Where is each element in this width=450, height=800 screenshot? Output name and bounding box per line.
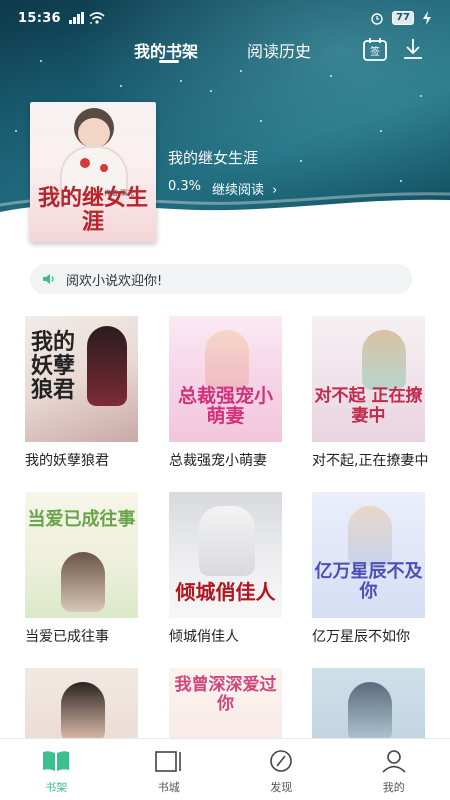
tab-my-bookshelf[interactable]: 我的书架 xyxy=(134,38,198,62)
book-cover-title: 对不起 正在撩妻中 xyxy=(314,386,423,426)
reading-progress: 0.3% xyxy=(168,179,202,194)
featured-cover-title: 我的继女生涯 xyxy=(37,185,148,235)
book-cover-title: 亿万星辰不及你 xyxy=(314,561,423,602)
book-cover-title: 我曾深深爱过你 xyxy=(174,675,277,714)
nav-label: 书架 xyxy=(45,781,68,794)
book-cover-title: 我的妖孽狼君 xyxy=(31,329,76,403)
wifi-icon xyxy=(89,12,105,24)
book-item[interactable]: 当爱已成往事 当爱已成往事 xyxy=(25,492,143,646)
featured-cover-author: 作者·嘱花 xyxy=(104,189,135,197)
active-tab-indicator xyxy=(159,60,179,63)
announcement-bar[interactable]: 阅欢小说欢迎你! xyxy=(30,264,412,294)
chevron-right-icon: › xyxy=(272,183,278,198)
book-cover-title: 当爱已成往事 xyxy=(27,509,136,530)
book-item[interactable]: 我的妖孽狼君 我的妖孽狼君 xyxy=(25,316,143,470)
nav-label: 书城 xyxy=(157,781,180,794)
book-cover: 总裁强宠小萌妻 xyxy=(169,316,282,442)
user-icon xyxy=(382,750,406,773)
book-cover-title: 倾城俏佳人 xyxy=(175,580,276,604)
sign-in-calendar-icon[interactable]: 签 xyxy=(362,36,388,62)
signal-icon xyxy=(68,12,84,24)
status-bar: 15:36 77 xyxy=(0,0,450,36)
continue-reading-button[interactable]: 继续阅读 › xyxy=(212,179,277,198)
book-cover-title: 总裁强宠小萌妻 xyxy=(177,385,273,427)
book-title: 我的妖孽狼君 xyxy=(25,453,109,469)
book-title: 亿万星辰不如你 xyxy=(312,629,410,645)
top-navigation: 我的书架 阅读历史 签 xyxy=(0,36,450,68)
book-cover: 亿万星辰不及你 xyxy=(312,492,425,618)
book-item[interactable]: 倾城俏佳人 倾城俏佳人 xyxy=(169,492,287,646)
book-title: 当爱已成往事 xyxy=(25,629,109,645)
book-cover: 倾城俏佳人 xyxy=(169,492,282,618)
nav-bookshelf[interactable]: 书架 xyxy=(0,739,113,800)
status-time: 15:36 xyxy=(18,10,61,26)
charging-icon xyxy=(423,11,431,25)
featured-book-title[interactable]: 我的继女生涯 xyxy=(168,147,258,168)
nav-label: 我的 xyxy=(382,781,405,794)
book-cover: 我的妖孽狼君 xyxy=(25,316,138,442)
shelf-header: 15:36 77 我的书架 阅读历史 签 我的继女生涯 作者·嘱花 我的继女生涯… xyxy=(0,0,450,250)
nav-label: 发现 xyxy=(270,781,293,794)
download-icon[interactable] xyxy=(400,36,426,62)
alarm-icon xyxy=(371,13,383,25)
bookstore-icon xyxy=(154,751,181,772)
book-title: 总裁强宠小萌妻 xyxy=(169,453,267,469)
compass-icon xyxy=(270,750,293,772)
continue-reading-label: 继续阅读 xyxy=(212,183,265,198)
book-open-icon xyxy=(43,751,70,771)
svg-text:签: 签 xyxy=(370,45,380,58)
nav-bookstore[interactable]: 书城 xyxy=(113,739,226,800)
speaker-icon xyxy=(43,274,54,284)
featured-book-cover[interactable]: 我的继女生涯 作者·嘱花 xyxy=(30,102,156,242)
book-title: 倾城俏佳人 xyxy=(169,629,239,645)
nav-discover[interactable]: 发现 xyxy=(225,739,338,800)
book-title: 对不起,正在撩妻中 xyxy=(312,453,429,469)
book-item[interactable]: 对不起 正在撩妻中 对不起,正在撩妻中 xyxy=(312,316,430,470)
battery-indicator: 77 xyxy=(392,11,414,25)
tab-reading-history[interactable]: 阅读历史 xyxy=(247,38,311,62)
book-cover: 对不起 正在撩妻中 xyxy=(312,316,425,442)
bottom-navigation: 书架 书城 发现 我的 xyxy=(0,738,450,800)
announcement-text: 阅欢小说欢迎你! xyxy=(66,273,163,289)
book-item[interactable]: 总裁强宠小萌妻 总裁强宠小萌妻 xyxy=(169,316,287,470)
nav-profile[interactable]: 我的 xyxy=(338,739,450,800)
book-cover: 当爱已成往事 xyxy=(25,492,138,618)
book-item[interactable]: 亿万星辰不及你 亿万星辰不如你 xyxy=(312,492,430,646)
